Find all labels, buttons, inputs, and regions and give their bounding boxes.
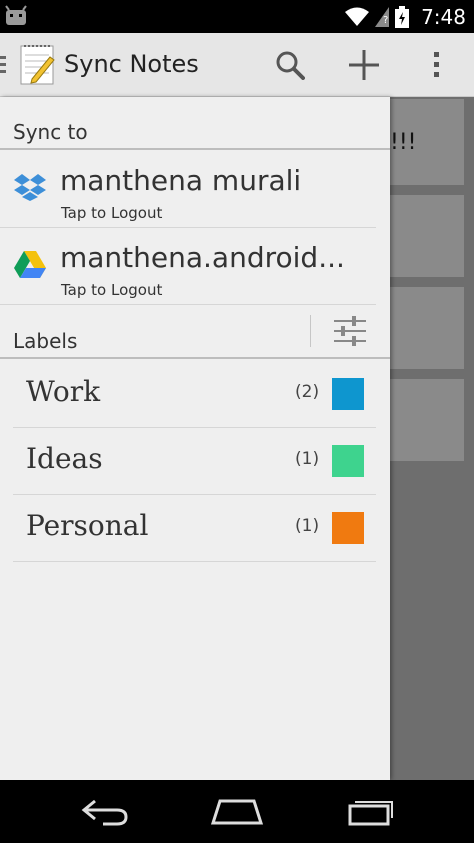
sliders-icon: [334, 316, 366, 346]
label-item-personal[interactable]: Personal (1): [13, 495, 376, 562]
logout-hint: Tap to Logout: [61, 204, 163, 222]
app-title: Sync Notes: [64, 50, 199, 78]
label-name: Ideas: [26, 442, 103, 475]
labels-header-label: Labels: [13, 329, 78, 353]
account-dropbox[interactable]: manthena murali Tap to Logout: [0, 152, 376, 228]
system-nav-bar: [0, 780, 474, 843]
logout-hint: Tap to Logout: [61, 281, 163, 299]
note-title: !!!: [390, 130, 417, 155]
label-item-work[interactable]: Work (2): [13, 361, 376, 428]
label-color-swatch[interactable]: [332, 378, 364, 410]
header-divider: [310, 315, 311, 347]
back-button[interactable]: [73, 788, 137, 836]
svg-text:?: ?: [383, 15, 388, 26]
label-count: (1): [295, 516, 320, 536]
home-icon: [210, 799, 264, 825]
sync-section-header: Sync to: [0, 118, 390, 150]
status-bar: ? 7:48: [0, 0, 474, 33]
back-icon: [81, 799, 128, 826]
wifi-icon: [345, 7, 370, 26]
no-signal-icon: ?: [375, 6, 390, 27]
notes-app-icon[interactable]: [20, 43, 56, 87]
label-settings-button[interactable]: [326, 311, 374, 351]
label-count: (2): [295, 382, 320, 402]
clock: 7:48: [421, 4, 466, 29]
google-drive-icon: [14, 251, 46, 278]
label-name: Work: [26, 375, 101, 408]
label-color-swatch[interactable]: [332, 445, 364, 477]
add-note-button[interactable]: [340, 41, 388, 89]
label-color-swatch[interactable]: [332, 512, 364, 544]
account-google-drive[interactable]: manthena.android... Tap to Logout: [0, 229, 376, 305]
navigation-drawer: Sync to manthena murali Tap to Logout ma…: [0, 97, 390, 780]
account-name: manthena murali: [60, 164, 302, 197]
label-name: Personal: [26, 509, 149, 542]
recent-apps-icon: [348, 801, 393, 826]
add-icon: [349, 50, 379, 80]
cyanogen-mod-icon: [5, 5, 27, 25]
battery-charging-icon: [395, 5, 410, 28]
action-bar: Sync Notes: [0, 33, 474, 97]
account-name: manthena.android...: [60, 241, 345, 274]
overflow-menu-icon: [434, 52, 439, 77]
label-item-ideas[interactable]: Ideas (1): [13, 428, 376, 495]
search-button[interactable]: [266, 41, 314, 89]
recent-apps-button[interactable]: [338, 788, 402, 836]
drawer-indicator-icon[interactable]: [0, 55, 6, 75]
search-icon: [276, 51, 305, 80]
home-button[interactable]: [205, 788, 269, 836]
dropbox-icon: [14, 174, 46, 201]
label-count: (1): [295, 449, 320, 469]
sync-header-label: Sync to: [13, 120, 88, 144]
overflow-menu-button[interactable]: [412, 41, 460, 89]
